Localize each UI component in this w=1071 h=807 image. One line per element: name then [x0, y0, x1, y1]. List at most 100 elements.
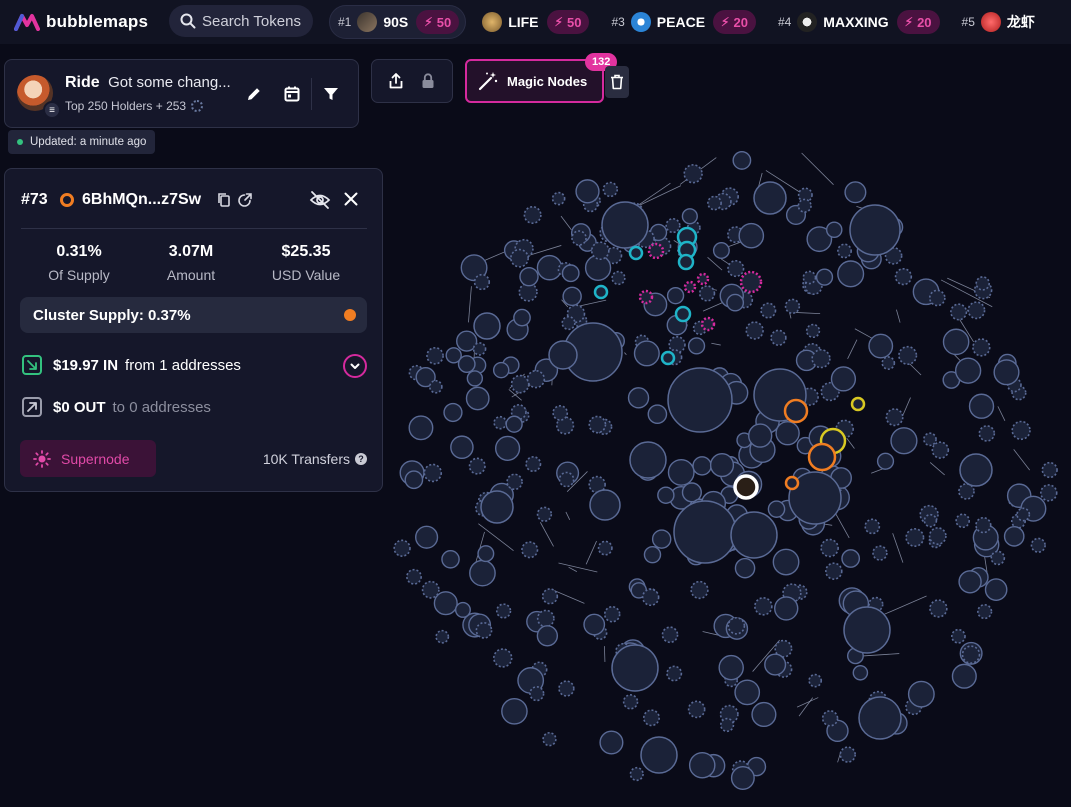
holder-bubble[interactable]	[734, 679, 761, 706]
holder-bubble[interactable]	[722, 456, 740, 474]
holder-bubble[interactable]	[801, 511, 826, 536]
contract-bubble[interactable]	[686, 220, 701, 235]
contract-bubble[interactable]	[643, 588, 659, 603]
clear-magic-nodes-button[interactable]	[605, 66, 629, 98]
contract-bubble[interactable]	[735, 291, 754, 309]
contract-bubble[interactable]	[837, 243, 852, 259]
contract-bubble[interactable]	[978, 425, 996, 442]
contract-bubble[interactable]	[468, 457, 486, 475]
holder-bubble[interactable]	[732, 150, 752, 170]
search-tokens-button[interactable]: Search Tokens	[169, 5, 313, 37]
contract-bubble[interactable]	[923, 432, 937, 447]
holder-bubble[interactable]	[825, 221, 843, 239]
holder-bubble[interactable]	[583, 613, 606, 636]
contract-bubble[interactable]	[652, 236, 672, 256]
contract-bubble[interactable]	[973, 280, 993, 300]
holder-bubble[interactable]	[856, 239, 880, 263]
holder-bubble[interactable]	[548, 340, 578, 370]
contract-bubble[interactable]	[473, 273, 491, 291]
contract-bubble[interactable]	[510, 248, 529, 268]
holder-bubble[interactable]	[738, 222, 765, 249]
holder-bubble[interactable]	[968, 567, 989, 588]
holder-bubble[interactable]	[669, 485, 694, 510]
holder-bubble[interactable]	[751, 701, 777, 728]
contract-bubble[interactable]	[950, 303, 968, 321]
contract-bubble[interactable]	[881, 356, 896, 370]
contract-bubble[interactable]	[536, 506, 553, 522]
holder-bubble[interactable]	[570, 223, 591, 244]
holder-bubble[interactable]	[726, 293, 745, 312]
holder-bubble[interactable]	[627, 387, 650, 409]
contract-bubble[interactable]	[529, 686, 545, 702]
holder-bubble[interactable]	[556, 461, 580, 485]
holder-bubble[interactable]	[796, 491, 816, 510]
contract-bubble[interactable]	[931, 441, 950, 459]
holder-bubble[interactable]	[709, 452, 735, 478]
contract-bubble[interactable]	[727, 616, 746, 635]
cyan-cluster-bubble[interactable]	[593, 284, 609, 300]
holder-bubble[interactable]	[611, 644, 659, 692]
contract-bubble[interactable]	[615, 642, 632, 660]
contract-bubble[interactable]	[687, 700, 706, 719]
contract-bubble[interactable]	[958, 483, 975, 500]
holder-bubble[interactable]	[651, 529, 672, 549]
holder-bubble[interactable]	[795, 349, 818, 372]
holder-bubble[interactable]	[738, 441, 766, 469]
holder-bubble[interactable]	[519, 266, 539, 287]
contract-bubble[interactable]	[557, 261, 574, 278]
contract-bubble[interactable]	[393, 539, 411, 557]
contract-bubble[interactable]	[1041, 461, 1058, 479]
holder-bubble[interactable]	[775, 420, 800, 446]
holder-bubble[interactable]	[719, 283, 745, 309]
contract-bubble[interactable]	[435, 629, 450, 644]
contract-bubble[interactable]	[791, 584, 808, 601]
contract-bubble[interactable]	[868, 690, 888, 711]
contract-bubble[interactable]	[421, 580, 440, 599]
contract-bubble[interactable]	[510, 374, 530, 394]
contract-bubble[interactable]	[1010, 513, 1026, 529]
cyan-cluster-bubble[interactable]	[628, 245, 644, 261]
holder-bubble[interactable]	[1006, 483, 1032, 509]
contract-bubble[interactable]	[634, 334, 650, 349]
expand-inflow-button[interactable]	[343, 354, 367, 378]
holder-bubble[interactable]	[584, 254, 612, 282]
contract-bubble[interactable]	[642, 709, 660, 727]
holder-bubble[interactable]	[687, 542, 708, 563]
holder-bubble[interactable]	[502, 356, 520, 374]
contract-bubble[interactable]	[541, 588, 559, 605]
holder-bubble[interactable]	[399, 460, 425, 486]
contract-bubble[interactable]	[602, 181, 619, 198]
holder-bubble[interactable]	[826, 719, 849, 743]
magenta-cluster-bubble[interactable]	[647, 242, 665, 260]
holder-bubble[interactable]	[798, 509, 819, 530]
holder-bubble[interactable]	[489, 482, 514, 508]
contract-bubble[interactable]	[872, 545, 888, 561]
contract-bubble[interactable]	[707, 195, 722, 211]
contract-bubble[interactable]	[967, 301, 986, 320]
holder-bubble[interactable]	[503, 240, 524, 261]
contract-bubble[interactable]	[805, 323, 821, 339]
holder-bubble[interactable]	[1020, 495, 1047, 522]
contract-bubble[interactable]	[585, 193, 601, 209]
holder-bubble[interactable]	[457, 355, 476, 373]
holder-bubble[interactable]	[666, 314, 688, 336]
contract-bubble[interactable]	[1006, 377, 1022, 393]
magenta-cluster-bubble[interactable]	[739, 270, 763, 294]
holder-bubble[interactable]	[993, 359, 1020, 386]
contract-bubble[interactable]	[775, 660, 793, 678]
contract-bubble[interactable]	[898, 345, 918, 366]
holder-bubble[interactable]	[620, 639, 646, 665]
holder-bubble[interactable]	[723, 535, 740, 552]
trending-token-5[interactable]: #5 龙虾	[960, 5, 1049, 39]
holder-bubble[interactable]	[633, 340, 660, 367]
contract-bubble[interactable]	[556, 416, 575, 435]
holder-bubble[interactable]	[526, 610, 548, 633]
holder-bubble[interactable]	[713, 613, 738, 639]
holder-bubble[interactable]	[852, 664, 869, 681]
holder-bubble[interactable]	[830, 467, 852, 489]
holder-bubble[interactable]	[622, 235, 640, 253]
holder-bubble[interactable]	[747, 423, 773, 448]
holder-bubble[interactable]	[501, 697, 528, 725]
holder-bubble[interactable]	[492, 361, 510, 379]
contract-bubble[interactable]	[471, 565, 489, 583]
